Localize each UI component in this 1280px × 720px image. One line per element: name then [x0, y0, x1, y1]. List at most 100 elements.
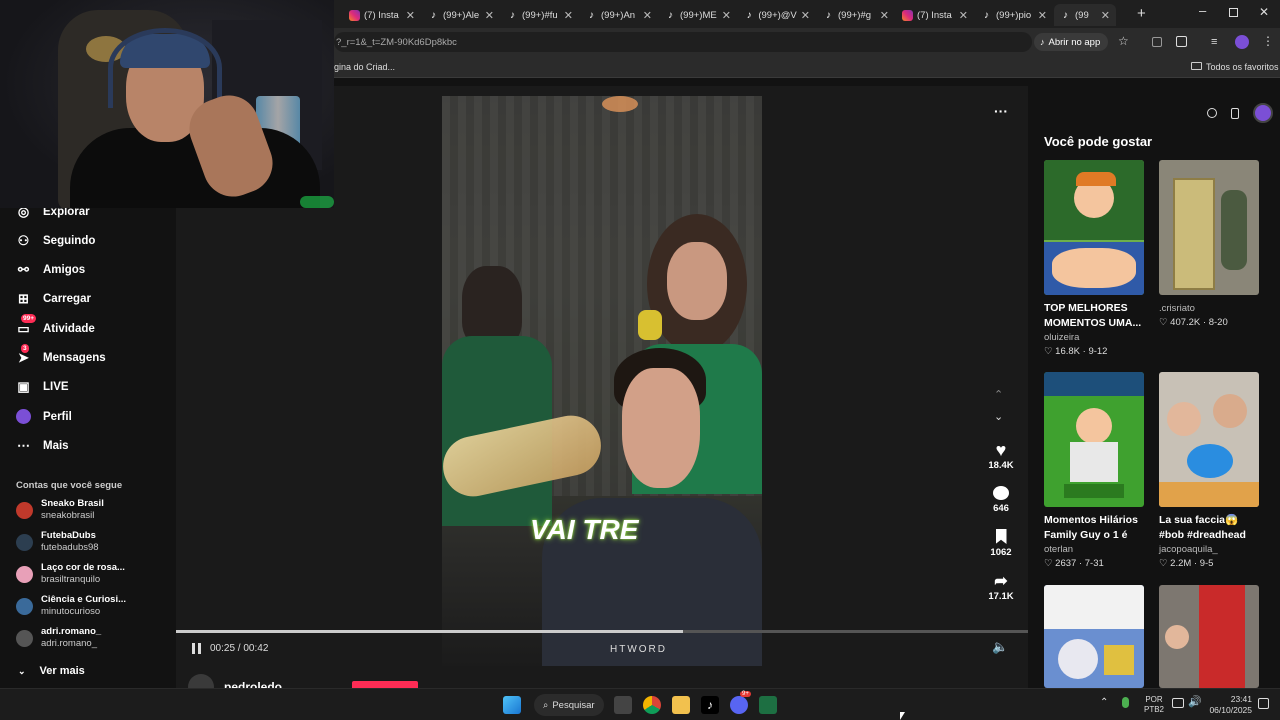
like-count: 18.4K	[988, 460, 1014, 471]
browser-tab[interactable]: (7) Insta ✕	[343, 4, 421, 26]
followed-account[interactable]: Laço cor de rosa... brasiltranquilo	[16, 562, 125, 586]
menu-icon[interactable]: ⋮	[1262, 34, 1274, 48]
volume-tray-icon[interactable]: 🔊	[1188, 695, 1202, 708]
profile-avatar-icon[interactable]	[1235, 35, 1249, 49]
tiktok-app-icon[interactable]: ♪	[701, 696, 719, 714]
video-card[interactable]	[1159, 585, 1259, 688]
all-favorites-link[interactable]: Todos os favoritos	[1206, 62, 1279, 72]
network-icon[interactable]	[1172, 698, 1184, 708]
chevron-down-icon: ⌄	[18, 665, 26, 676]
tiktok-icon: ♪	[668, 9, 673, 21]
sidebar-item-perfil[interactable]: Perfil	[16, 409, 72, 425]
followed-account[interactable]: Sneako Brasil sneakobrasil	[16, 498, 104, 522]
save-action[interactable]: 1062	[984, 528, 1018, 558]
sidebar-item-carregar[interactable]: ⊞ Carregar	[16, 291, 91, 307]
sidebar-item-live[interactable]: ▣ LIVE	[16, 379, 68, 395]
discord-icon[interactable]: 9+	[730, 691, 751, 714]
sidebar-item-amigos[interactable]: ⚯ Amigos	[16, 262, 85, 278]
pause-button[interactable]	[192, 643, 201, 654]
microphone-icon[interactable]	[1122, 697, 1129, 708]
sidebar-item-mensagens[interactable]: ➤ 3 Mensagens	[16, 343, 106, 366]
browser-tab[interactable]: ♪ (99+)@V ✕	[738, 4, 816, 26]
close-tab-icon[interactable]: ✕	[564, 9, 573, 22]
file-explorer-icon[interactable]	[672, 696, 690, 714]
browser-tab[interactable]: ♪ (99+)pio ✕	[975, 4, 1053, 26]
video-card[interactable]: La sua faccia😱 #bob #dreadhead jacopoaqu…	[1159, 372, 1259, 569]
video-card[interactable]: TOP MELHORES MOMENTOS UMA... oluizeira ♡…	[1044, 160, 1144, 357]
maximize-button[interactable]	[1229, 8, 1238, 17]
next-video-button[interactable]: ⌄	[994, 410, 1003, 423]
tab-label: (99+)Ale	[443, 9, 480, 21]
progress-track[interactable]	[176, 630, 1028, 633]
extension-icon[interactable]	[1152, 37, 1162, 47]
browser-tab[interactable]: ♪ (99+)Ale ✕	[422, 4, 500, 26]
browser-tab[interactable]: ♪ (99 ✕	[1054, 4, 1116, 26]
clock[interactable]: 23:41 06/10/2025	[1208, 694, 1252, 716]
user-avatar-icon[interactable]	[1253, 103, 1273, 123]
notification-icon[interactable]	[1258, 698, 1269, 709]
open-in-app-label: Abrir no app	[1048, 36, 1101, 48]
close-tab-icon[interactable]: ✕	[722, 9, 731, 22]
close-tab-icon[interactable]: ✕	[801, 9, 810, 22]
followed-account[interactable]: FutebaDubs futebadubs98	[16, 530, 99, 554]
sidebar-item-mais[interactable]: ⋯ Mais	[16, 438, 69, 453]
avatar	[16, 501, 33, 519]
account-text: Laço cor de rosa... brasiltranquilo	[41, 562, 125, 586]
comment-action[interactable]: 646	[984, 484, 1018, 514]
media-icon[interactable]: ≡	[1211, 36, 1217, 48]
bookmark-item[interactable]: gina do Criad...	[334, 62, 395, 72]
followed-account[interactable]: Ciência e Curiosi... minutocurioso	[16, 594, 126, 618]
headset	[108, 28, 222, 108]
tiktok-icon: ♪	[1063, 9, 1068, 21]
puzzle-icon[interactable]	[1176, 36, 1187, 47]
keyboard-layout: PTB2	[1144, 705, 1165, 714]
excel-icon[interactable]	[759, 696, 777, 714]
volume-icon[interactable]: 🔈	[992, 639, 1008, 655]
task-view-icon[interactable]	[614, 696, 632, 714]
video-card[interactable]	[1044, 585, 1144, 688]
more-options-icon[interactable]: ···	[994, 103, 1008, 119]
browser-tab[interactable]: ♪ (99+)#fu ✕	[501, 4, 579, 26]
close-tab-icon[interactable]: ✕	[1038, 9, 1047, 22]
share-action[interactable]: ➦ 17.1K	[984, 572, 1018, 602]
new-tab-button[interactable]: +	[1137, 5, 1146, 22]
star-icon[interactable]: ☆	[1118, 34, 1129, 48]
close-tab-icon[interactable]: ✕	[485, 9, 494, 22]
close-tab-icon[interactable]: ✕	[1101, 9, 1110, 22]
compass-icon[interactable]	[1207, 108, 1217, 118]
see-more-label: Ver mais	[39, 665, 85, 677]
video-frame[interactable]: HTWORD VAI TRE	[442, 96, 762, 666]
minimize-button[interactable]: –	[1199, 3, 1206, 18]
video-card[interactable]: .crisriato ♡ 407.2K · 8-20	[1159, 160, 1259, 328]
close-tab-icon[interactable]: ✕	[959, 9, 968, 22]
see-more-button[interactable]: ⌄ Ver mais	[18, 665, 85, 677]
close-tab-icon[interactable]: ✕	[406, 9, 415, 22]
foreground-person	[542, 348, 762, 666]
close-window-button[interactable]: ✕	[1259, 5, 1269, 19]
search-box[interactable]: ⌕ Pesquisar	[534, 694, 604, 716]
account-name: Laço cor de rosa...	[41, 562, 125, 573]
more-icon: ⋯	[17, 437, 30, 453]
browser-tab[interactable]: ♪ (99+)ME ✕	[659, 4, 737, 26]
chrome-icon[interactable]	[643, 696, 661, 714]
close-tab-icon[interactable]: ✕	[643, 9, 652, 22]
windows-start-icon[interactable]	[503, 696, 521, 714]
mobile-icon[interactable]	[1231, 107, 1239, 119]
browser-tab[interactable]: ♪ (99+)An ✕	[580, 4, 658, 26]
browser-tab[interactable]: ♪ (99+)#g ✕	[817, 4, 895, 26]
like-action[interactable]: ♥ 18.4K	[984, 440, 1018, 471]
chevron-up-icon[interactable]: ⌃	[1100, 697, 1108, 708]
video-caption: VAI TRE	[530, 514, 639, 545]
video-thumbnail	[1044, 160, 1144, 295]
previous-video-button[interactable]: ⌃	[994, 388, 1003, 401]
language-indicator[interactable]: POR PTB2	[1144, 695, 1164, 715]
open-in-app-button[interactable]: ♪ Abrir no app	[1034, 33, 1109, 51]
messages-icon: ➤ 3	[18, 343, 29, 365]
browser-tab[interactable]: (7) Insta ✕	[896, 4, 974, 26]
sidebar-item-atividade[interactable]: ▭ 99+ Atividade	[16, 314, 95, 336]
close-tab-icon[interactable]: ✕	[880, 9, 889, 22]
tab-label: (99+)An	[601, 9, 636, 21]
sidebar-item-seguindo[interactable]: ⚇ Seguindo	[16, 233, 96, 248]
followed-account[interactable]: adri.romano_ adri.romano_	[16, 626, 101, 650]
video-card[interactable]: Momentos Hilários Family Guy o 1 é o... …	[1044, 372, 1144, 569]
